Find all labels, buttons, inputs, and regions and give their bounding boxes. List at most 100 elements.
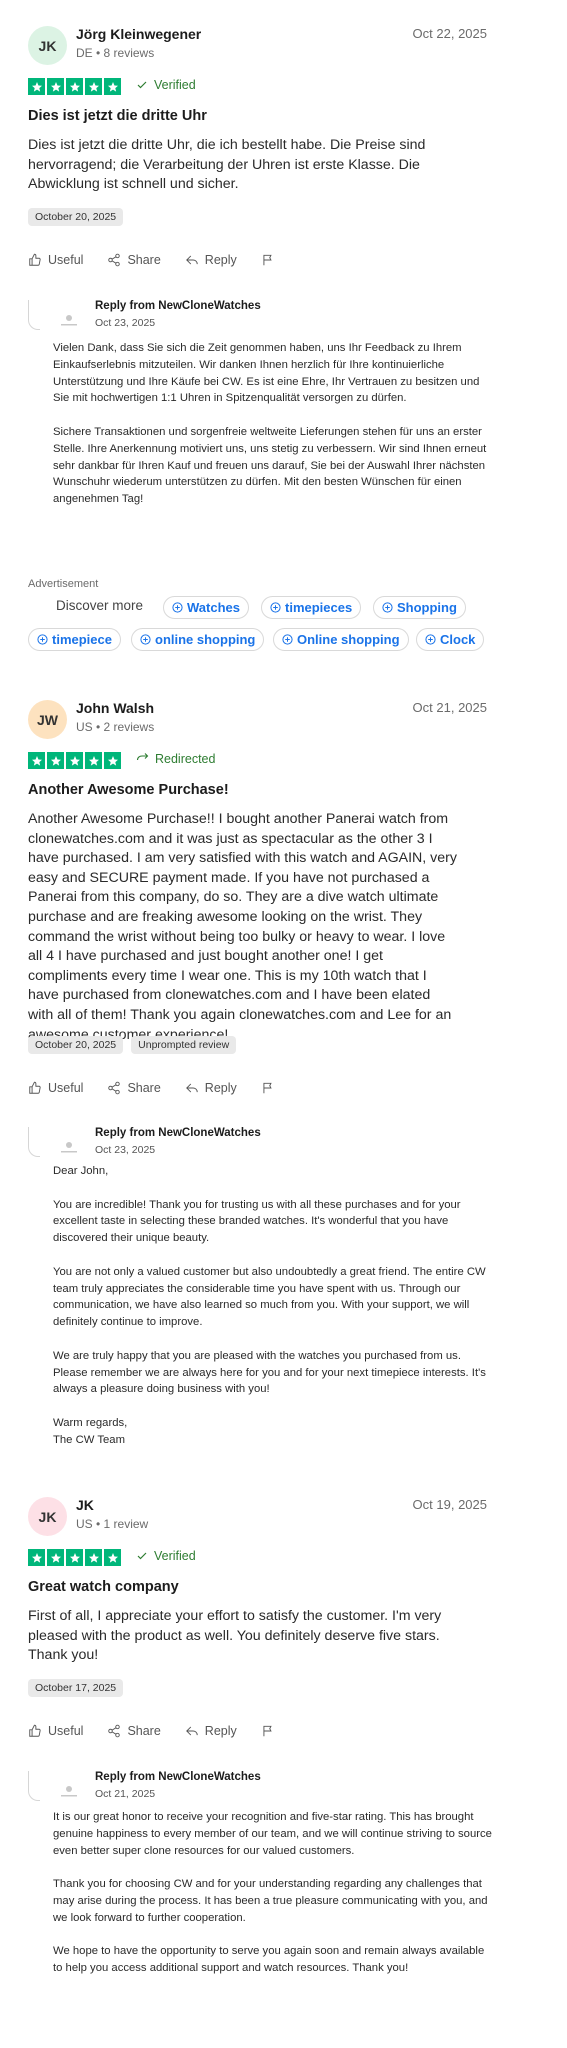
star-icon xyxy=(66,1549,83,1566)
plus-circle-icon xyxy=(270,602,281,613)
reply-paragraph: You are incredible! Thank you for trusti… xyxy=(53,1198,461,1245)
check-icon xyxy=(137,1552,147,1560)
reply-button[interactable]: Reply xyxy=(185,1081,237,1095)
star-icon xyxy=(28,78,45,95)
reply-button[interactable]: Reply xyxy=(185,253,237,267)
unprompted-review-chip: Unprompted review xyxy=(131,1036,237,1054)
pill-online-shopping-2[interactable]: Online shopping xyxy=(273,628,409,651)
reply-icon xyxy=(185,255,198,265)
star-icon xyxy=(66,752,83,769)
plus-circle-icon xyxy=(172,602,183,613)
report-button[interactable] xyxy=(261,253,275,267)
reply-author: Reply from NewCloneWatches xyxy=(95,300,261,312)
reply-paragraph: Dear John, xyxy=(53,1165,109,1177)
review-body: Another Awesome Purchase!! I bought anot… xyxy=(28,811,457,1043)
ad-label: Advertisement xyxy=(28,578,99,590)
reply-icon xyxy=(185,1083,198,1093)
reply-body: Vielen Dank, dass Sie sich die Zeit geno… xyxy=(53,340,493,508)
experience-date-chip: October 17, 2025 xyxy=(28,1679,124,1697)
redirected-badge[interactable]: Redirected xyxy=(136,752,215,766)
plus-circle-icon xyxy=(425,634,436,645)
check-icon xyxy=(137,81,147,89)
review-body: Dies ist jetzt die dritte Uhr, die ich b… xyxy=(28,137,426,193)
badge-label: Verified xyxy=(154,1549,196,1563)
verified-badge[interactable]: Verified xyxy=(136,78,196,92)
star-rating xyxy=(28,752,121,769)
share-label: Share xyxy=(127,1081,161,1095)
useful-label: Useful xyxy=(48,253,84,267)
company-reply: Reply from NewCloneWatches Oct 23, 2025 … xyxy=(28,300,508,550)
review-title[interactable]: Dies ist jetzt die dritte Uhr xyxy=(28,108,207,124)
star-icon xyxy=(66,78,83,95)
pill-label: Shopping xyxy=(397,600,457,615)
badge-label: Redirected xyxy=(155,752,216,766)
useful-button[interactable]: Useful xyxy=(28,253,83,267)
reply-paragraph: Thank you for choosing CW and for your u… xyxy=(53,1878,488,1924)
review-body: First of all, I appreciate your effort t… xyxy=(28,1608,442,1664)
pill-label: Online shopping xyxy=(297,632,400,647)
discover-more-label: Discover more xyxy=(56,598,144,613)
reply-label: Reply xyxy=(204,253,237,267)
pill-watches[interactable]: Watches xyxy=(163,596,249,619)
pill-timepiece[interactable]: timepiece xyxy=(28,628,121,651)
verified-badge[interactable]: Verified xyxy=(136,1549,196,1563)
avatar[interactable]: JW xyxy=(28,700,67,739)
reviewer-name[interactable]: John Walsh xyxy=(76,700,154,716)
reply-connector xyxy=(28,1771,40,1801)
reply-date: Oct 21, 2025 xyxy=(95,1788,156,1800)
share-button[interactable]: Share xyxy=(107,253,161,267)
reply-button[interactable]: Reply xyxy=(185,1724,237,1738)
experience-date-chip: October 20, 2025 xyxy=(28,208,124,226)
review-title[interactable]: Another Awesome Purchase! xyxy=(28,782,229,798)
reply-paragraph: Warm regards, The CW Team xyxy=(53,1416,128,1446)
star-icon xyxy=(104,78,121,95)
reply-paragraph: Vielen Dank, dass Sie sich die Zeit geno… xyxy=(53,342,480,405)
reviewer-meta: US • 2 reviews xyxy=(76,720,155,734)
reply-paragraph: You are not only a valued customer but a… xyxy=(53,1265,486,1329)
avatar[interactable]: JK xyxy=(28,1497,67,1536)
reviewer-name[interactable]: JK xyxy=(76,1497,94,1513)
pill-label: Clock xyxy=(440,632,476,647)
plus-circle-icon xyxy=(382,602,393,613)
review-actions: Useful Share Reply xyxy=(28,1724,299,1738)
useful-button[interactable]: Useful xyxy=(28,1081,83,1095)
reply-body: Dear John, You are incredible! Thank you… xyxy=(53,1163,493,1449)
reply-icon xyxy=(185,1726,198,1736)
pill-label: timepiece xyxy=(52,632,112,647)
company-logo-icon xyxy=(61,1142,77,1153)
star-icon xyxy=(85,752,102,769)
reply-paragraph: Sichere Transaktionen und sorgenfreie we… xyxy=(53,425,487,506)
star-rating xyxy=(28,1549,121,1566)
pill-online-shopping[interactable]: online shopping xyxy=(131,628,265,651)
reviewer-name[interactable]: Jörg Kleinwegener xyxy=(76,26,201,42)
flag-icon xyxy=(263,1725,272,1737)
report-button[interactable] xyxy=(261,1081,275,1095)
reply-label: Reply xyxy=(204,1081,237,1095)
avatar[interactable]: JK xyxy=(28,26,67,65)
redirect-icon xyxy=(136,753,149,761)
pill-shopping[interactable]: Shopping xyxy=(373,596,466,619)
star-icon xyxy=(85,1549,102,1566)
plus-circle-icon xyxy=(140,634,151,645)
company-reply: Reply from NewCloneWatches Oct 21, 2025 … xyxy=(28,1771,508,2041)
reply-author: Reply from NewCloneWatches xyxy=(95,1127,261,1139)
company-logo-icon xyxy=(61,315,77,326)
plus-circle-icon xyxy=(282,634,293,645)
plus-circle-icon xyxy=(37,634,48,645)
review-title[interactable]: Great watch company xyxy=(28,1579,179,1595)
report-button[interactable] xyxy=(261,1724,275,1738)
share-icon xyxy=(108,253,121,267)
pill-timepieces[interactable]: timepieces xyxy=(261,596,362,619)
review-chips: October 17, 2025 xyxy=(28,1679,124,1697)
star-icon xyxy=(104,752,121,769)
review-chips: October 20, 2025 xyxy=(28,208,124,226)
reply-body: It is our great honor to receive your re… xyxy=(53,1809,493,1977)
review-date: Oct 21, 2025 xyxy=(412,700,487,715)
star-icon xyxy=(28,752,45,769)
pill-clock[interactable]: Clock xyxy=(416,628,485,651)
share-button[interactable]: Share xyxy=(107,1724,161,1738)
useful-button[interactable]: Useful xyxy=(28,1724,83,1738)
share-button[interactable]: Share xyxy=(107,1081,161,1095)
star-icon xyxy=(104,1549,121,1566)
pill-label: online shopping xyxy=(155,632,256,647)
